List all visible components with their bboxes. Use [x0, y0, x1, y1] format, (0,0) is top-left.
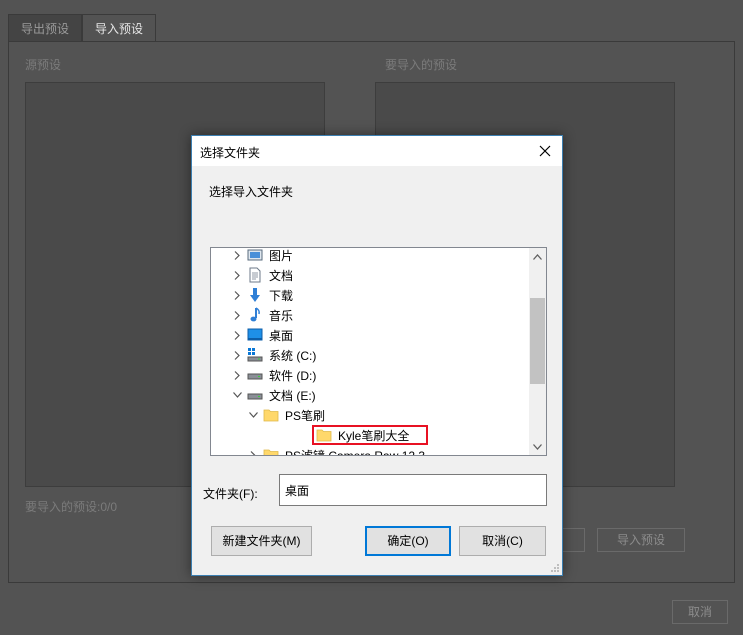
tree-item-label: 桌面: [269, 328, 294, 343]
background-cancel-button[interactable]: 取消: [672, 600, 728, 624]
tree-expander[interactable]: [231, 365, 243, 385]
chevron-right-icon[interactable]: [234, 270, 240, 280]
tree-expander[interactable]: [231, 248, 243, 265]
tab-export-presets[interactable]: 导出预设: [8, 14, 83, 42]
tree-item[interactable]: 下载: [211, 285, 528, 305]
document-icon: [247, 267, 263, 283]
folder-icon: [316, 427, 332, 443]
desktop-icon: [247, 327, 263, 343]
tree-item[interactable]: 系统 (C:): [211, 345, 528, 365]
tree-item-label: PS滤镜 Camera Raw 12.3: [285, 448, 426, 456]
new-folder-button[interactable]: 新建文件夹(M): [211, 526, 312, 556]
resize-grip-icon[interactable]: [550, 563, 560, 573]
tree-expander[interactable]: [231, 325, 243, 345]
target-presets-label: 要导入的预设: [385, 58, 458, 72]
chevron-down-icon[interactable]: [232, 392, 242, 398]
tree-item[interactable]: PS滤镜 Camera Raw 12.3: [211, 445, 528, 457]
tree-item[interactable]: PS笔刷: [211, 405, 528, 425]
import-presets-button[interactable]: 导入预设: [597, 528, 685, 552]
tree-item[interactable]: 软件 (D:): [211, 365, 528, 385]
tree-item-label: 图片: [269, 248, 294, 263]
close-button[interactable]: [532, 138, 558, 164]
folder-name-input[interactable]: [279, 474, 547, 506]
folder-icon: [263, 447, 279, 455]
cancel-button[interactable]: 取消(C): [459, 526, 546, 556]
tree-expander[interactable]: [231, 265, 243, 285]
tree-expander[interactable]: [247, 445, 259, 457]
tree-item-label: Kyle笔刷大全: [338, 428, 410, 443]
scroll-down-button[interactable]: [529, 438, 546, 455]
chevron-right-icon[interactable]: [250, 450, 256, 457]
chevron-right-icon[interactable]: [234, 370, 240, 380]
tree-expander[interactable]: [231, 385, 243, 405]
download-icon: [247, 287, 263, 303]
tree-scrollbar[interactable]: [529, 248, 546, 455]
tree-item-label: 音乐: [269, 308, 294, 323]
folder-field-label: 文件夹(F):: [203, 487, 258, 501]
dialog-title: 选择文件夹: [200, 146, 261, 160]
pictures-icon: [247, 248, 263, 263]
tree-item[interactable]: 文档 (E:): [211, 385, 528, 405]
source-presets-label: 源预设: [25, 58, 62, 72]
tree-item[interactable]: 图片: [211, 248, 528, 265]
tree-item-label: 文档 (E:): [269, 388, 316, 403]
select-folder-dialog: 选择文件夹 选择导入文件夹 图片文档下载音乐桌面系统 (C:) 软件 (D:) 文档…: [191, 135, 563, 576]
music-icon: [247, 307, 263, 323]
chevron-right-icon[interactable]: [234, 290, 240, 300]
tree-item[interactable]: 文档: [211, 265, 528, 285]
tree-item-label: PS笔刷: [285, 408, 326, 423]
folder-tree[interactable]: 图片文档下载音乐桌面系统 (C:) 软件 (D:) 文档 (E:) PS笔刷 Kyle笔…: [210, 247, 547, 456]
tree-item-label: 文档: [269, 268, 294, 283]
close-icon: [539, 145, 551, 157]
dialog-titlebar: 选择文件夹: [192, 136, 562, 166]
chevron-right-icon[interactable]: [234, 250, 240, 260]
tree-item[interactable]: 音乐: [211, 305, 528, 325]
tree-expander[interactable]: [247, 405, 259, 425]
chevron-up-icon: [533, 253, 542, 260]
dialog-prompt: 选择导入文件夹: [209, 185, 294, 199]
drive-icon: [247, 367, 263, 383]
tree-expander[interactable]: [231, 345, 243, 365]
tab-import-presets[interactable]: 导入预设: [82, 14, 157, 42]
tree-item-label: 软件 (D:): [269, 368, 317, 383]
chevron-right-icon[interactable]: [234, 310, 240, 320]
preset-tabs: 导出预设 导入预设: [8, 14, 157, 42]
tree-expander[interactable]: [231, 285, 243, 305]
tree-expander[interactable]: [231, 305, 243, 325]
drive-icon: [247, 387, 263, 403]
tree-item[interactable]: 桌面: [211, 325, 528, 345]
chevron-right-icon[interactable]: [234, 350, 240, 360]
system-drive-icon: [247, 347, 263, 363]
import-count-label: 要导入的预设:0/0: [25, 500, 118, 514]
tree-item[interactable]: Kyle笔刷大全: [312, 425, 428, 445]
scroll-up-button[interactable]: [529, 248, 546, 265]
tree-item-label: 系统 (C:): [269, 348, 317, 363]
chevron-down-icon[interactable]: [248, 412, 258, 418]
remove-preset-button[interactable]: [562, 528, 585, 552]
chevron-right-icon[interactable]: [234, 330, 240, 340]
chevron-down-icon: [533, 443, 542, 450]
ok-button[interactable]: 确定(O): [365, 526, 451, 556]
tree-item-label: 下载: [269, 288, 294, 303]
scroll-thumb[interactable]: [530, 298, 545, 384]
folder-icon: [263, 407, 279, 423]
